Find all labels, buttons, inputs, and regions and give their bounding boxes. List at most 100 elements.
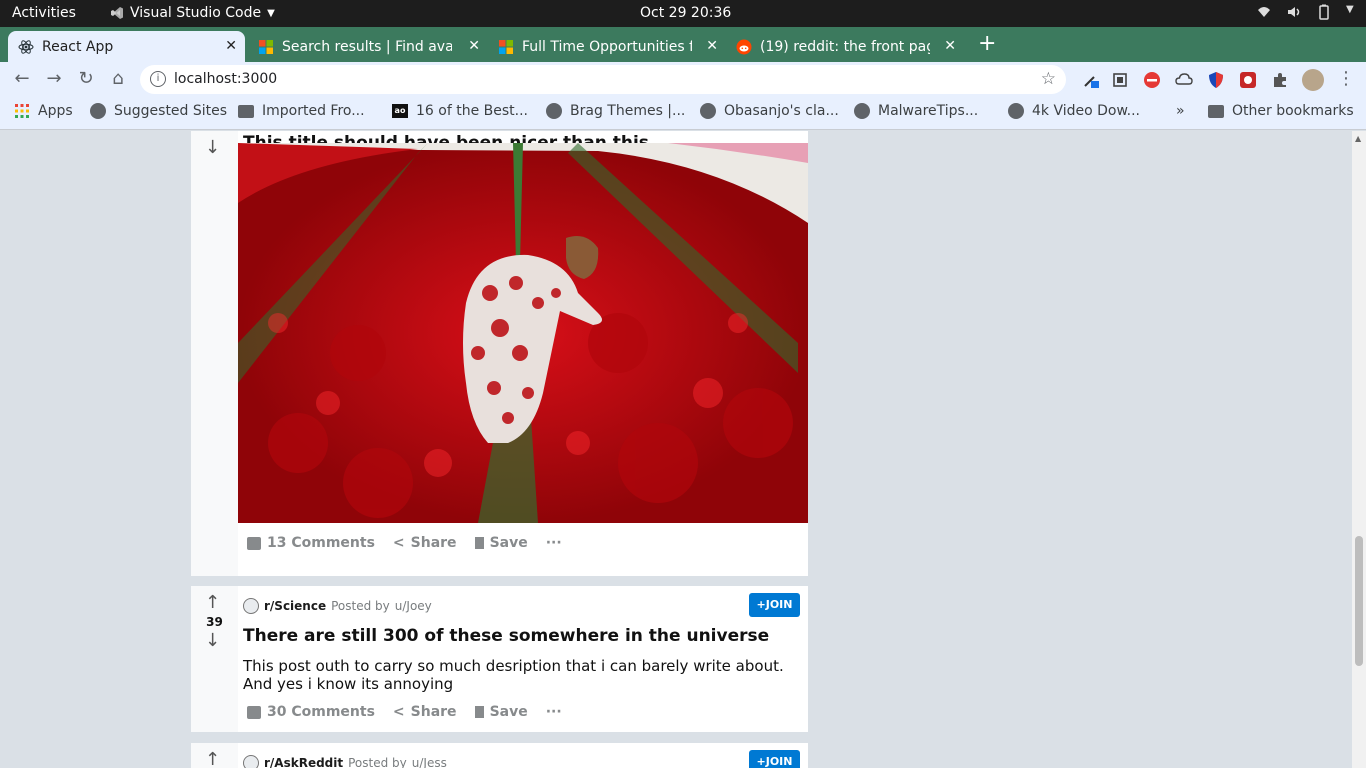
- vote-column: ↑: [191, 743, 238, 768]
- close-icon[interactable]: ✕: [706, 38, 718, 54]
- bookmark-icon: [474, 706, 484, 718]
- browser-toolbar: ← → ↻ ⌂ i localhost:3000 ☆ ⋮: [0, 62, 1366, 97]
- bookmark-apps[interactable]: Apps: [14, 103, 73, 119]
- tab-reddit[interactable]: (19) reddit: the front page ✕: [726, 31, 964, 62]
- post-actions: 30 Comments < Share Save ···: [247, 704, 562, 720]
- author-link[interactable]: u/Jess: [412, 756, 447, 768]
- join-button[interactable]: +JOIN: [749, 593, 800, 617]
- save-button[interactable]: Save: [474, 704, 528, 720]
- globe-icon: [854, 103, 870, 119]
- more-options-button[interactable]: ···: [546, 704, 562, 720]
- share-label: Share: [410, 535, 457, 551]
- upvote-icon[interactable]: ↑: [205, 592, 220, 613]
- bookmark-brag-themes[interactable]: Brag Themes |...: [546, 103, 685, 119]
- scroll-up-icon[interactable]: ▲: [1355, 134, 1361, 143]
- comment-icon: [247, 536, 261, 550]
- posted-by-label: Posted by: [331, 599, 390, 613]
- share-button[interactable]: < Share: [393, 704, 457, 720]
- app-name: Visual Studio Code: [130, 5, 262, 21]
- app-menu[interactable]: Visual Studio Code ▼: [110, 5, 275, 21]
- comments-button[interactable]: 30 Comments: [247, 704, 375, 720]
- page-viewport: 39 ↓ This title should have been nicer t…: [0, 131, 1352, 768]
- bookmark-other-bookmarks[interactable]: Other bookmarks: [1208, 103, 1354, 119]
- chevron-down-icon: ▼: [1346, 4, 1354, 15]
- tab-title: React App: [42, 38, 114, 55]
- close-icon[interactable]: ✕: [468, 38, 480, 54]
- bookmarks-overflow-icon[interactable]: »: [1176, 103, 1185, 119]
- scrollbar-thumb[interactable]: [1355, 536, 1363, 666]
- game-extension-icon[interactable]: [1239, 71, 1257, 89]
- join-button[interactable]: +JOIN: [749, 750, 800, 768]
- bookmark-label: MalwareTips...: [878, 103, 979, 119]
- apps-grid-icon: [15, 104, 29, 118]
- site-info-icon[interactable]: i: [150, 71, 166, 87]
- bookmark-16-of-the-best[interactable]: ao 16 of the Best...: [392, 103, 528, 119]
- comment-icon: [247, 705, 261, 719]
- back-icon[interactable]: ←: [12, 69, 32, 89]
- profile-avatar[interactable]: [1302, 69, 1324, 91]
- kebab-menu-icon[interactable]: ⋮: [1336, 69, 1356, 89]
- reload-icon[interactable]: ↻: [76, 69, 96, 89]
- network-icon: [1256, 4, 1272, 20]
- bookmark-malwaretips[interactable]: MalwareTips...: [854, 103, 978, 119]
- bookmark-label: 16 of the Best...: [416, 103, 528, 119]
- post-image-flower-field[interactable]: [238, 143, 808, 523]
- comments-label: 30 Comments: [267, 704, 375, 720]
- address-bar[interactable]: i localhost:3000 ☆: [140, 65, 1066, 94]
- close-icon[interactable]: ✕: [944, 38, 956, 54]
- globe-icon: [1008, 103, 1024, 119]
- save-label: Save: [489, 535, 528, 551]
- puzzle-extensions-icon[interactable]: [1271, 71, 1289, 89]
- forward-icon[interactable]: →: [44, 69, 64, 89]
- upvote-icon[interactable]: ↑: [205, 749, 220, 768]
- author-link[interactable]: u/Joey: [395, 599, 432, 613]
- adblock-extension-icon[interactable]: [1143, 71, 1161, 89]
- activities-button[interactable]: Activities: [12, 5, 76, 21]
- subreddit-link[interactable]: r/AskReddit: [264, 756, 343, 768]
- post-meta: r/Science Posted by u/Joey: [243, 598, 432, 614]
- share-button[interactable]: < Share: [393, 535, 457, 551]
- microsoft-icon: [499, 39, 513, 54]
- cloud-download-icon[interactable]: [1175, 71, 1193, 89]
- save-label: Save: [489, 704, 528, 720]
- bookmark-4k-video[interactable]: 4k Video Dow...: [1008, 103, 1140, 119]
- screenshot-extension-icon[interactable]: [1111, 71, 1129, 89]
- color-picker-extension-icon[interactable]: [1082, 71, 1100, 89]
- post-title[interactable]: There are still 300 of these somewhere i…: [243, 626, 769, 646]
- subreddit-link[interactable]: r/Science: [264, 599, 326, 613]
- comments-button[interactable]: 13 Comments: [247, 535, 375, 551]
- save-button[interactable]: Save: [474, 535, 528, 551]
- bookmark-suggested-sites[interactable]: Suggested Sites: [90, 103, 227, 119]
- bookmarks-bar: Apps Suggested Sites Imported Fro... ao …: [0, 97, 1366, 130]
- bookmark-star-icon[interactable]: ☆: [1041, 69, 1056, 89]
- bookmark-imported[interactable]: Imported Fro...: [238, 103, 365, 119]
- clock[interactable]: Oct 29 20:36: [640, 5, 731, 21]
- tab-search-results[interactable]: Search results | Find availa ✕: [248, 31, 488, 62]
- bookmark-label: Imported Fro...: [262, 103, 365, 119]
- bookmark-label: Obasanjo's cla...: [724, 103, 839, 119]
- shield-extension-icon[interactable]: [1207, 71, 1225, 89]
- home-icon[interactable]: ⌂: [108, 69, 128, 89]
- downvote-icon[interactable]: ↓: [205, 630, 220, 651]
- bookmark-obasanjo[interactable]: Obasanjo's cla...: [700, 103, 839, 119]
- post-meta: r/AskReddit Posted by u/Jess: [243, 755, 447, 768]
- url-text: localhost:3000: [174, 71, 278, 87]
- folder-icon: [1208, 104, 1224, 118]
- tab-full-time-opportunities[interactable]: Full Time Opportunities fo ✕: [488, 31, 726, 62]
- share-icon: <: [392, 535, 405, 551]
- downvote-icon[interactable]: ↓: [205, 137, 220, 158]
- close-icon[interactable]: ✕: [225, 38, 237, 54]
- page-scrollbar[interactable]: ▲: [1352, 131, 1366, 768]
- new-tab-button[interactable]: +: [978, 31, 996, 56]
- more-icon: ···: [545, 535, 562, 551]
- tab-title: Search results | Find availa: [282, 38, 452, 55]
- tab-react-app[interactable]: React App ✕: [8, 31, 245, 62]
- post-body: This post outh to carry so much desripti…: [243, 657, 784, 693]
- globe-icon: [700, 103, 716, 119]
- more-icon: ···: [545, 704, 562, 720]
- more-options-button[interactable]: ···: [546, 535, 562, 551]
- bookmark-label: Suggested Sites: [114, 103, 228, 119]
- post-card: ↑ r/AskReddit Posted by u/Jess +JOIN: [191, 743, 808, 768]
- volume-icon: [1286, 4, 1302, 20]
- system-tray[interactable]: ▼: [1256, 4, 1356, 20]
